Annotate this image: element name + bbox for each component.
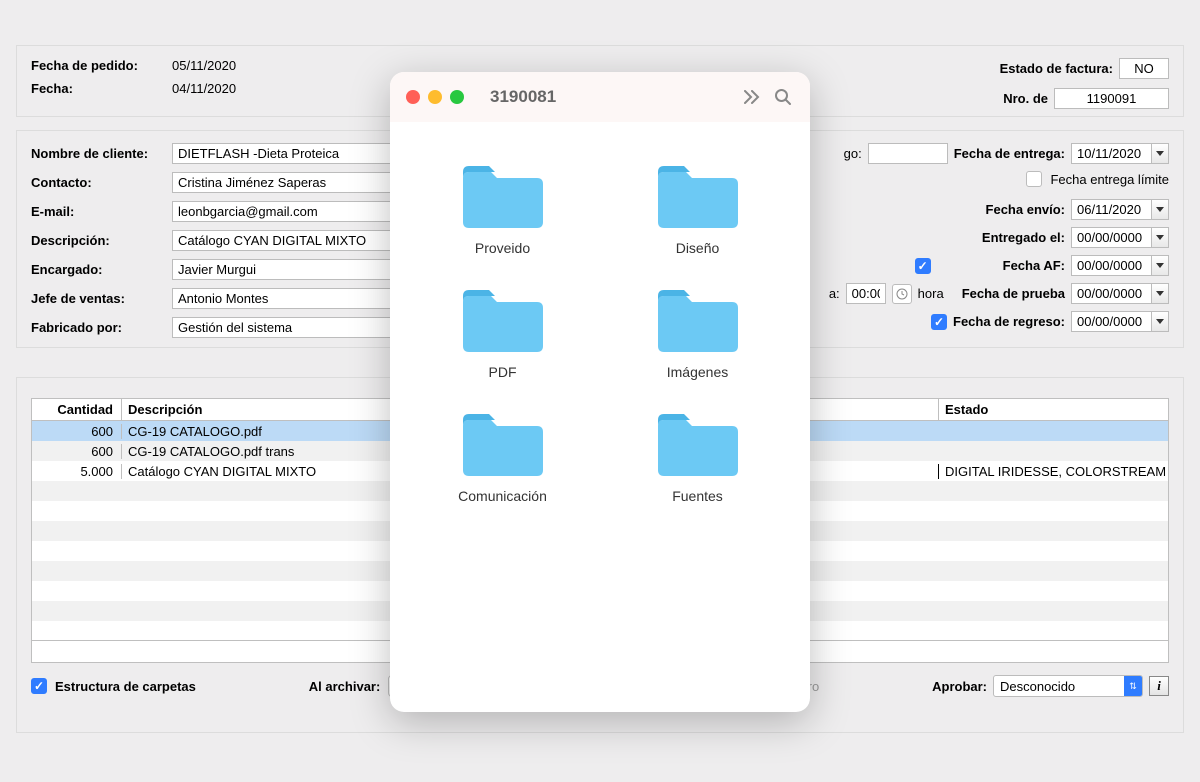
label-aprobar: Aprobar: — [932, 679, 987, 694]
label-email: E-mail: — [31, 204, 166, 219]
checkbox-fecha-regreso[interactable]: ✓ — [931, 314, 947, 330]
label-contacto: Contacto: — [31, 175, 166, 190]
folder-label: Fuentes — [672, 488, 723, 504]
label-estructura: Estructura de carpetas — [55, 679, 196, 694]
input-descripcion[interactable] — [172, 230, 397, 251]
label-fecha-regreso: Fecha de regreso: — [953, 314, 1065, 329]
input-go[interactable] — [868, 143, 948, 164]
folder-item[interactable]: PDF — [420, 286, 585, 380]
folder-icon — [459, 410, 547, 480]
search-icon[interactable] — [772, 86, 794, 108]
finder-body: Proveido Diseño PDF Imágenes Comunicació… — [390, 122, 810, 544]
input-fecha-envio[interactable] — [1071, 199, 1151, 220]
value-fecha: 04/11/2020 — [172, 81, 236, 96]
label-al-archivar: Al archivar: — [309, 679, 381, 694]
label-fecha-af: Fecha AF: — [1003, 258, 1065, 273]
input-contacto[interactable] — [172, 172, 397, 193]
label-entregado: Entregado el: — [982, 230, 1065, 245]
maximize-icon[interactable] — [450, 90, 464, 104]
folder-icon — [459, 286, 547, 356]
value-fecha-pedido: 05/11/2020 — [172, 58, 236, 73]
label-encargado: Encargado: — [31, 262, 166, 277]
input-entregado[interactable] — [1071, 227, 1151, 248]
label-fecha-prueba: Fecha de prueba — [962, 286, 1065, 301]
minimize-icon[interactable] — [428, 90, 442, 104]
input-fabricado[interactable] — [172, 317, 397, 338]
finder-title: 3190081 — [490, 87, 734, 107]
select-aprobar[interactable]: Desconocido ⇅ — [993, 675, 1143, 697]
checkbox-fecha-limite[interactable] — [1026, 171, 1042, 187]
close-icon[interactable] — [406, 90, 420, 104]
label-descripcion: Descripción: — [31, 233, 166, 248]
label-nro: Nro. de — [1003, 91, 1048, 106]
chevron-down-icon[interactable] — [1151, 283, 1169, 304]
folder-item[interactable]: Diseño — [615, 162, 780, 256]
label-fecha-pedido: Fecha de pedido: — [31, 58, 166, 73]
folder-icon — [654, 162, 742, 232]
label-go: go: — [844, 146, 862, 161]
input-nombre-cliente[interactable] — [172, 143, 397, 164]
chevron-double-right-icon[interactable] — [742, 86, 764, 108]
chevron-down-icon[interactable] — [1151, 255, 1169, 276]
label-fabricado: Fabricado por: — [31, 320, 166, 335]
label-a: a: — [829, 286, 840, 301]
folder-label: Imágenes — [667, 364, 728, 380]
folder-label: Proveido — [475, 240, 530, 256]
chevron-updown-icon: ⇅ — [1124, 676, 1142, 696]
label-fecha: Fecha: — [31, 81, 166, 96]
folder-item[interactable]: Comunicación — [420, 410, 585, 504]
chevron-down-icon[interactable] — [1151, 227, 1169, 248]
input-estado-factura[interactable] — [1119, 58, 1169, 79]
th-cantidad[interactable]: Cantidad — [32, 399, 122, 420]
label-fecha-limite: Fecha entrega límite — [1050, 172, 1169, 187]
clock-icon[interactable] — [892, 284, 912, 304]
label-hora: hora — [918, 286, 944, 301]
chevron-down-icon[interactable] — [1151, 199, 1169, 220]
chevron-down-icon[interactable] — [1151, 311, 1169, 332]
label-fecha-entrega: Fecha de entrega: — [954, 146, 1065, 161]
folder-item[interactable]: Proveido — [420, 162, 585, 256]
input-hora[interactable] — [846, 283, 886, 304]
chevron-down-icon[interactable] — [1151, 143, 1169, 164]
folder-item[interactable]: Imágenes — [615, 286, 780, 380]
input-email[interactable] — [172, 201, 397, 222]
finder-titlebar[interactable]: 3190081 — [390, 72, 810, 122]
label-nombre-cliente: Nombre de cliente: — [31, 146, 166, 161]
input-fecha-prueba[interactable] — [1071, 283, 1151, 304]
checkbox-estructura[interactable]: ✓ — [31, 678, 47, 694]
label-estado-factura: Estado de factura: — [1000, 61, 1113, 76]
input-nro[interactable] — [1054, 88, 1169, 109]
input-fecha-af[interactable] — [1071, 255, 1151, 276]
folder-label: PDF — [489, 364, 517, 380]
folder-label: Diseño — [676, 240, 720, 256]
input-encargado[interactable] — [172, 259, 397, 280]
folder-icon — [654, 286, 742, 356]
input-fecha-entrega[interactable] — [1071, 143, 1151, 164]
label-jefe: Jefe de ventas: — [31, 291, 166, 306]
input-fecha-regreso[interactable] — [1071, 311, 1151, 332]
info-button[interactable]: i — [1149, 676, 1169, 696]
folder-icon — [459, 162, 547, 232]
folder-label: Comunicación — [458, 488, 547, 504]
label-fecha-envio: Fecha envío: — [986, 202, 1065, 217]
th-estado[interactable]: Estado — [938, 399, 1168, 420]
checkbox-fecha-af[interactable]: ✓ — [915, 258, 931, 274]
folder-item[interactable]: Fuentes — [615, 410, 780, 504]
input-jefe[interactable] — [172, 288, 397, 309]
finder-window: 3190081 Proveido Diseño PDF Imágenes Com… — [390, 72, 810, 712]
folder-icon — [654, 410, 742, 480]
